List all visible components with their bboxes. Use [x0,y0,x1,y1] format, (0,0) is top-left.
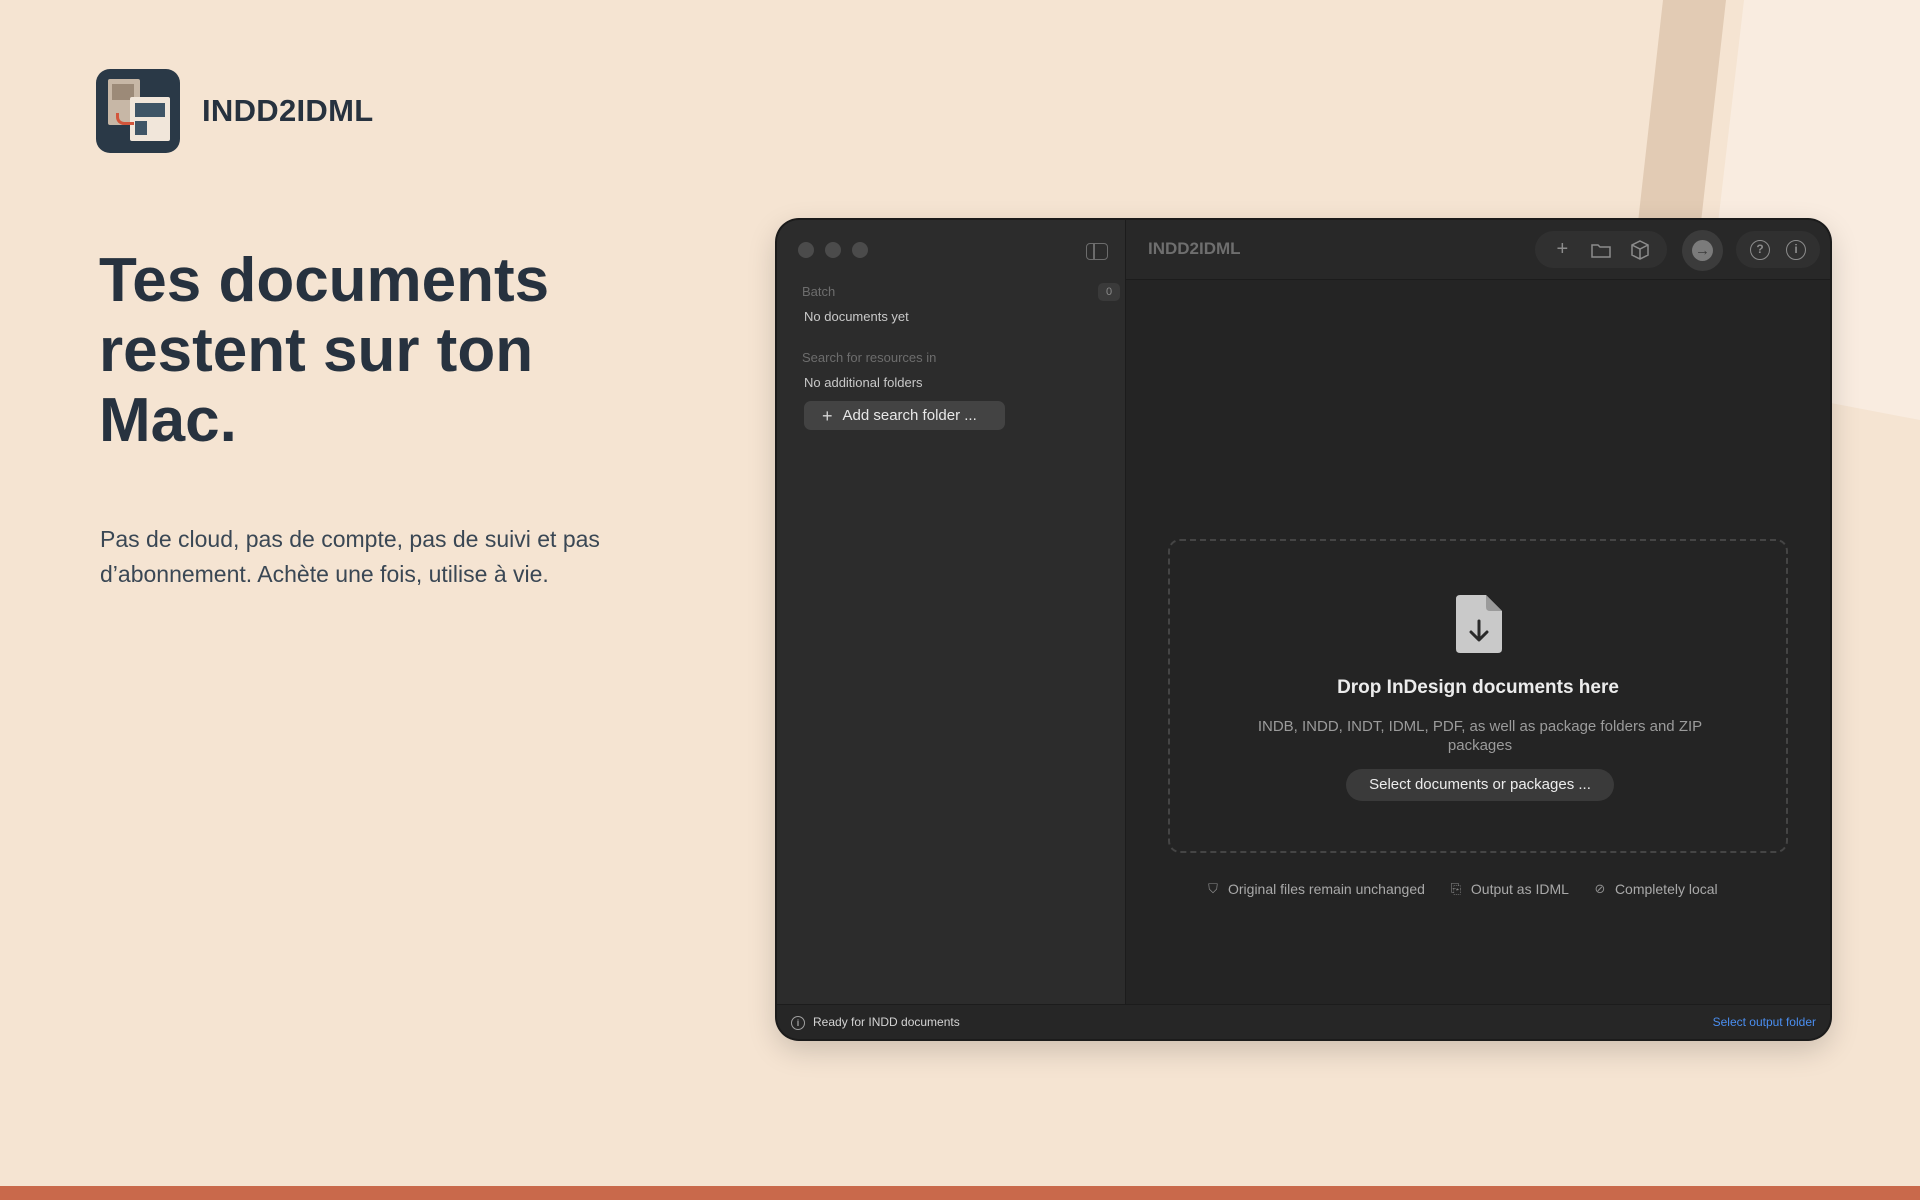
help-icon[interactable]: ? [1750,239,1770,260]
folder-icon[interactable] [1588,237,1614,263]
batch-count-badge: 0 [1098,283,1120,301]
status-bar: i Ready for INDD documents Select output… [777,1004,1830,1039]
shield-icon: ⛉ [1208,881,1218,896]
bottom-accent-bar [0,1186,1920,1200]
zoom-window-button[interactable] [852,242,868,258]
brand-name: INDD2IDML [202,93,374,128]
main-content: Drop InDesign documents here INDB, INDD,… [1126,281,1830,1004]
add-search-folder-button[interactable]: + Add search folder ... [804,401,1005,430]
hero-subtext: Pas de cloud, pas de compte, pas de suiv… [100,526,600,587]
toolbar-help-actions: ? i [1736,231,1820,268]
indd2idml-app-icon [96,69,180,153]
brand: INDD2IDML [96,69,373,153]
sidebar-toggle-icon[interactable] [1086,243,1108,260]
add-icon[interactable]: + [1549,237,1575,263]
convert-button[interactable]: → [1682,230,1723,271]
file-export-icon: ⎘ [1450,881,1462,896]
feature-label: Output as IDML [1470,881,1569,897]
select-documents-button[interactable]: Select documents or packages ... [1346,769,1614,801]
headline-line: Tes documents [99,246,550,315]
headline-line: Mac. [99,386,237,455]
app-window: Batch 0 No documents yet Search for reso… [777,220,1830,1039]
info-icon[interactable]: i [1786,239,1806,260]
minimize-window-button[interactable] [825,242,841,258]
window-controls [798,242,868,258]
feature-item: ⛉ Original files remain unchanged [1206,881,1425,897]
search-resources-label: Search for resources in [802,350,937,365]
status-text: Ready for INDD documents [813,1015,960,1029]
package-icon[interactable] [1627,237,1653,263]
headline: Tes documents restent sur ton Mac. [99,246,619,456]
window-title: INDD2IDML [1148,239,1241,258]
toolbar: INDD2IDML + → ? i [1126,220,1830,280]
info-icon: i [791,1016,805,1030]
feature-list: ⛉ Original files remain unchanged ⎘ Outp… [1206,881,1718,897]
background-stripe [1636,0,1726,240]
feature-item: ⊘ Completely local [1593,881,1718,897]
add-search-folder-label: Add search folder ... [842,407,977,424]
globe-off-icon: ⊘ [1594,881,1606,896]
drop-zone[interactable]: Drop InDesign documents here INDB, INDD,… [1168,539,1788,853]
headline-line: restent sur ton [99,316,534,385]
batch-empty-text: No documents yet [804,309,909,324]
plus-icon: + [822,405,833,426]
feature-item: ⎘ Output as IDML [1449,881,1569,897]
batch-label: Batch [802,284,836,299]
arrow-right-icon: → [1692,240,1713,261]
drop-zone-description: INDB, INDD, INDT, IDML, PDF, as well as … [1257,718,1703,754]
search-empty-text: No additional folders [804,375,923,390]
toolbar-actions: + [1535,231,1667,268]
select-output-folder-link[interactable]: Select output folder [1713,1015,1816,1029]
feature-label: Completely local [1614,881,1718,897]
close-window-button[interactable] [798,242,814,258]
document-download-icon [1456,595,1502,653]
feature-label: Original files remain unchanged [1228,881,1425,897]
sidebar: Batch 0 No documents yet Search for reso… [777,220,1126,1004]
drop-zone-title: Drop InDesign documents here [1337,677,1619,698]
